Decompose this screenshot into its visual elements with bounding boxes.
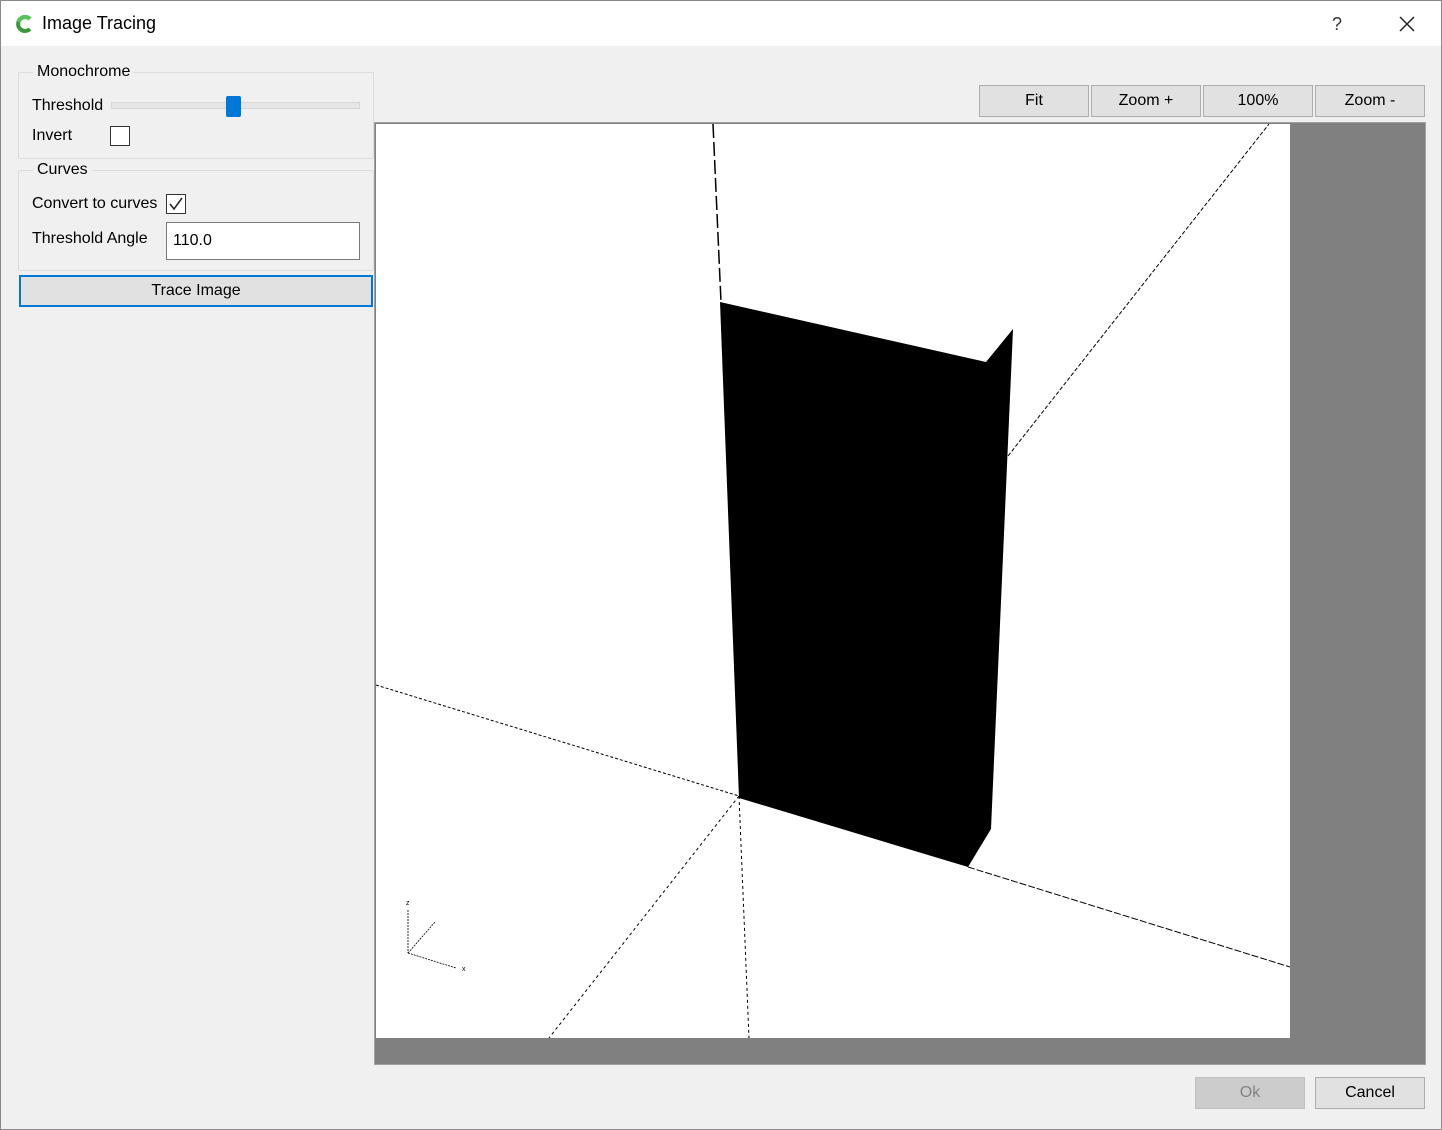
invert-checkbox[interactable] [110,126,130,146]
axis-label-x: x [462,966,466,973]
zoom-100-button[interactable]: 100% [1203,85,1313,117]
zoom-out-button[interactable]: Zoom - [1315,85,1425,117]
trace-image-button[interactable]: Trace Image [19,275,373,307]
curves-legend: Curves [33,161,92,179]
help-button[interactable]: ? [1319,7,1355,41]
title-bar: Image Tracing ? [1,1,1441,46]
ok-button[interactable]: Ok [1195,1077,1305,1109]
preview-area[interactable]: z x [374,122,1426,1065]
fit-button[interactable]: Fit [979,85,1089,117]
convert-to-curves-label: Convert to curves [32,195,158,212]
app-logo-icon [16,15,32,33]
monochrome-group: Monochrome [18,63,374,159]
threshold-angle-input[interactable] [166,222,360,260]
image-tracing-dialog: Image Tracing ? Monochrome Threshold Inv… [0,0,1442,1130]
checkmark-icon [169,197,183,211]
threshold-angle-label: Threshold Angle [32,230,148,247]
threshold-label: Threshold [32,97,104,114]
convert-to-curves-checkbox[interactable] [166,194,186,214]
monochrome-legend: Monochrome [33,63,135,81]
close-icon[interactable] [1389,7,1425,41]
preview-image: z x [376,124,1290,1038]
traced-scene-graphic: z x [376,124,1290,1038]
axis-label-z: z [406,900,410,907]
zoom-in-button[interactable]: Zoom + [1091,85,1201,117]
threshold-slider-handle[interactable] [225,96,241,117]
window-title: Image Tracing [42,13,157,33]
cancel-button[interactable]: Cancel [1315,1077,1425,1109]
invert-label: Invert [32,127,73,144]
